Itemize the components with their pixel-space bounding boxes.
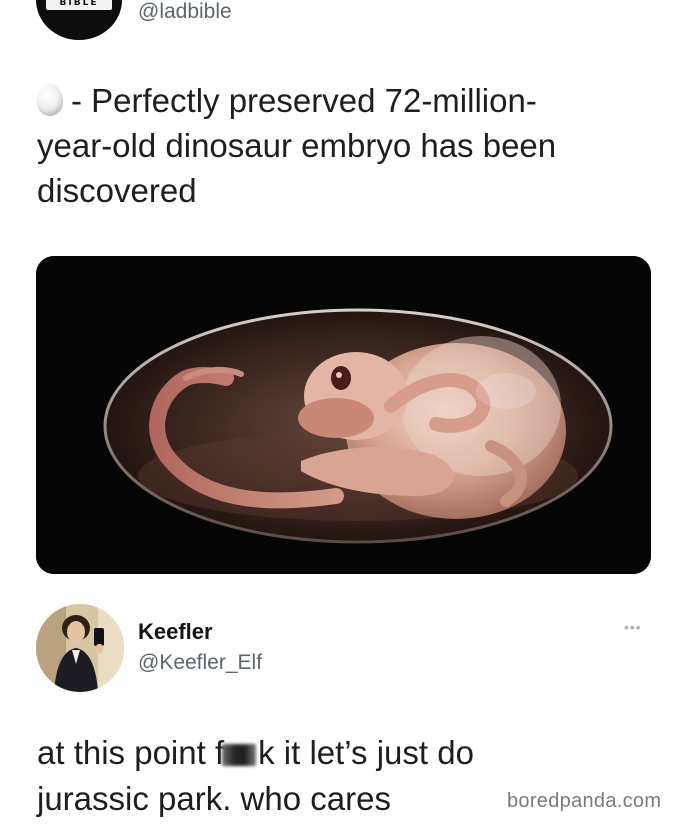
dinosaur-embryo-in-egg-image — [36, 256, 651, 574]
reply-text-line1-a: at this point f — [37, 734, 225, 771]
keefler-avatar[interactable] — [36, 604, 124, 692]
ladbible-avatar[interactable]: BIBLE — [36, 0, 122, 40]
reply-text-line2: jurassic park. who cares — [37, 780, 391, 817]
tweet-text-line3: discovered — [37, 172, 197, 209]
keefler-handle[interactable]: @Keefler_Elf — [138, 651, 262, 675]
more-options-icon[interactable]: ••• — [624, 620, 648, 634]
ladbible-handle[interactable]: @ladbible — [138, 0, 232, 24]
reply-text-line1-b: k it let’s just do — [258, 734, 474, 771]
tweet-text-line2: year-old dinosaur embryo has been — [37, 127, 557, 164]
egg-icon — [37, 84, 63, 116]
tweet-text: - Perfectly preserved 72-million- year-o… — [37, 78, 657, 213]
person-selfie-avatar — [36, 604, 124, 692]
tweet-media-image[interactable] — [36, 256, 651, 574]
watermark: boredpanda.com — [507, 790, 662, 812]
tweet-text-line1: - Perfectly preserved 72-million- — [71, 82, 537, 119]
censor-blur — [222, 744, 257, 766]
avatar-label: BIBLE — [59, 0, 99, 8]
keefler-name[interactable]: Keefler — [138, 619, 213, 645]
screenshot-page: BIBLE @ladbible - Perfectly preserved 72… — [0, 0, 700, 825]
